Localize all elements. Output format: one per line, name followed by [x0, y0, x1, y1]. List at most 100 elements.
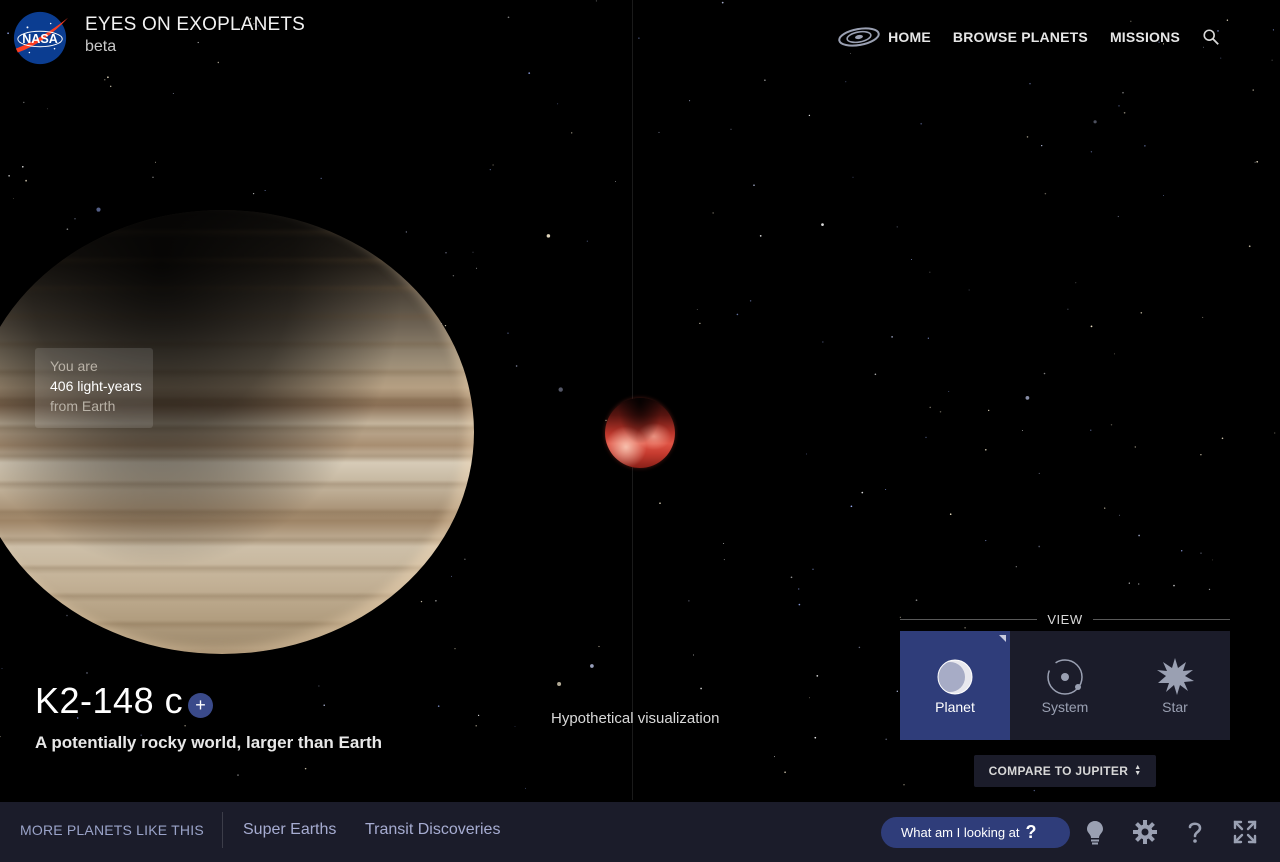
star-dot — [696, 309, 698, 311]
star-dot — [1038, 472, 1040, 474]
star-dot — [507, 16, 510, 19]
star-dot — [948, 390, 950, 393]
star-dot — [1021, 429, 1023, 431]
star-dot — [1090, 151, 1093, 153]
star-dot — [1254, 161, 1256, 163]
star-dot — [1162, 194, 1164, 196]
star-dot — [798, 603, 801, 606]
star-dot — [1117, 215, 1119, 218]
link-transit-discoveries[interactable]: Transit Discoveries — [365, 821, 500, 839]
star-dot — [1274, 432, 1276, 434]
gear-icon[interactable] — [1132, 819, 1158, 845]
star-dot — [903, 784, 905, 786]
star-dot — [437, 705, 440, 707]
star-dot — [435, 599, 437, 602]
star-dot — [885, 738, 888, 741]
what-am-i-looking-at-button[interactable]: What am I looking at ? — [881, 817, 1070, 848]
star-dot — [1200, 552, 1202, 554]
lightbulb-icon[interactable] — [1082, 819, 1108, 845]
view-option-system[interactable]: System — [1010, 631, 1120, 740]
what-label: What am I looking at — [901, 825, 1020, 840]
star-dot — [1256, 160, 1259, 163]
star-dot — [1123, 111, 1126, 114]
star-dot — [821, 223, 824, 226]
more-planets-label: MORE PLANETS LIKE THIS — [20, 822, 204, 838]
link-super-earths[interactable]: Super Earths — [243, 821, 336, 839]
star-dot — [21, 165, 24, 168]
star-icon — [1157, 658, 1194, 695]
star-dot — [814, 736, 817, 739]
star-dot — [984, 448, 987, 451]
system-icon — [1047, 659, 1083, 695]
star-dot — [1043, 372, 1046, 375]
nav-home-link[interactable]: HOME — [888, 29, 931, 45]
star-dot — [911, 259, 912, 260]
star-dot — [489, 168, 491, 171]
star-dot — [1271, 59, 1273, 61]
search-icon[interactable] — [1202, 28, 1220, 46]
nav-missions[interactable]: MISSIONS — [1110, 29, 1180, 45]
nav-home[interactable]: HOME — [838, 26, 931, 48]
star-dot — [515, 365, 518, 367]
star-dot — [318, 685, 320, 687]
star-dot — [420, 600, 423, 603]
star-dot — [798, 588, 800, 590]
nasa-logo-text: NASA — [22, 32, 58, 46]
star-dot — [472, 251, 474, 253]
star-dot — [699, 322, 701, 324]
selected-corner-mark — [999, 635, 1006, 642]
star-dot — [939, 411, 942, 413]
star-dot — [557, 682, 562, 686]
star-dot — [1122, 91, 1124, 94]
star-dot — [1104, 507, 1106, 509]
star-dot — [454, 648, 456, 650]
app-title: EYES ON EXOPLANETS — [85, 14, 306, 35]
nav-browse-planets[interactable]: BROWSE PLANETS — [953, 29, 1088, 45]
star-dot — [1090, 325, 1093, 328]
star-dot — [557, 103, 559, 105]
fullscreen-icon[interactable] — [1232, 819, 1258, 845]
star-dot — [507, 332, 509, 334]
star-dot — [850, 505, 853, 508]
exoplanet-sphere[interactable] — [605, 398, 675, 468]
view-option-label: Star — [1162, 699, 1188, 715]
star-dot — [1044, 192, 1047, 195]
star-dot — [586, 240, 588, 242]
star-dot — [1110, 424, 1113, 426]
star-dot — [155, 161, 156, 163]
star-dot — [1041, 144, 1043, 147]
star-dot — [861, 491, 864, 494]
star-dot — [86, 672, 88, 674]
star-dot — [109, 85, 112, 88]
nasa-logo[interactable]: NASA — [12, 10, 70, 68]
star-dot — [217, 61, 220, 64]
star-dot — [7, 32, 9, 35]
star-dot — [723, 559, 725, 561]
star-dot — [1200, 454, 1202, 456]
star-dot — [809, 697, 810, 699]
star-dot — [237, 774, 239, 776]
star-dot — [1212, 559, 1214, 561]
star-dot — [721, 1, 724, 4]
star-dot — [774, 756, 775, 758]
star-dot — [790, 576, 793, 579]
view-option-label: Planet — [935, 699, 975, 715]
help-icon[interactable] — [1182, 819, 1208, 845]
star-dot — [759, 235, 762, 237]
star-dot — [464, 558, 466, 560]
star-dot — [615, 180, 617, 182]
star-dot — [514, 726, 516, 727]
visualization-caption: Hypothetical visualization — [551, 710, 720, 727]
star-dot — [1025, 396, 1030, 400]
view-option-star[interactable]: Star — [1120, 631, 1230, 740]
star-dot — [452, 274, 455, 277]
compare-dropdown[interactable]: COMPARE TO JUPITER ▲ ▼ — [974, 755, 1156, 787]
star-dot — [915, 599, 918, 602]
view-option-planet[interactable]: Planet — [900, 631, 1010, 740]
star-dot — [638, 37, 640, 39]
add-planet-button[interactable]: + — [188, 693, 213, 718]
top-nav: HOME BROWSE PLANETS MISSIONS — [838, 26, 1220, 48]
star-dot — [477, 714, 480, 717]
view-selector: Planet System Star — [900, 631, 1230, 740]
star-dot — [104, 79, 106, 81]
